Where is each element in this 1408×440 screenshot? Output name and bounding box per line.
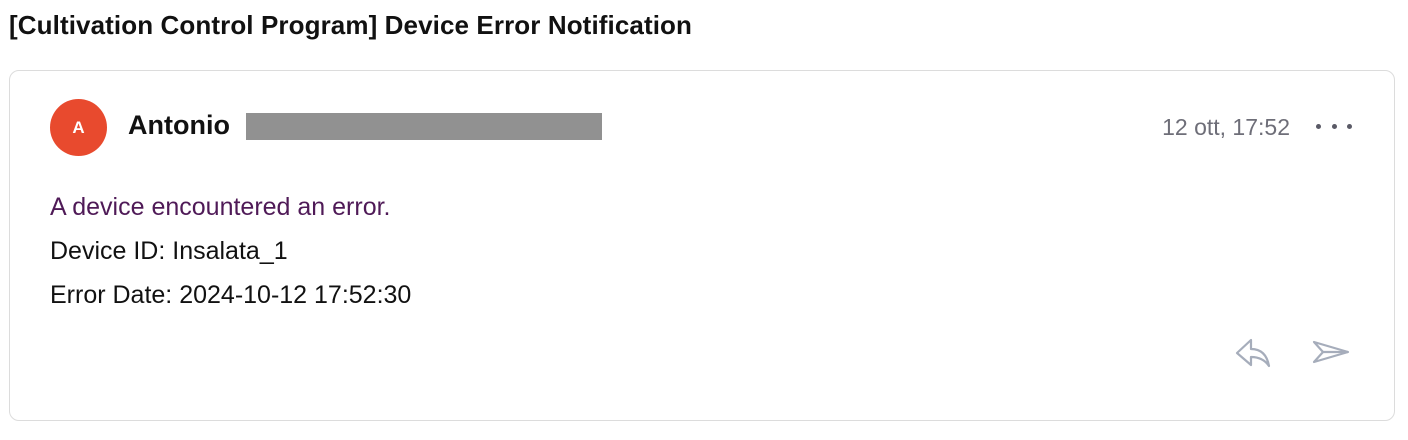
forward-icon <box>1312 340 1350 364</box>
forward-button[interactable] <box>1310 333 1352 371</box>
redacted-sender-email <box>246 113 602 140</box>
reply-icon <box>1235 338 1271 368</box>
sender-avatar[interactable]: A <box>50 99 107 156</box>
message-body: A device encountered an error. Device ID… <box>50 185 411 317</box>
more-options-icon[interactable] <box>1316 111 1352 141</box>
body-line-error-date: Error Date: 2024-10-12 17:52:30 <box>50 281 412 309</box>
message-timestamp: 12 ott, 17:52 <box>1162 114 1290 140</box>
message-card: A Antonio 12 ott, 17:52 A device encount… <box>9 70 1395 421</box>
avatar-letter: A <box>72 117 85 137</box>
reply-button[interactable] <box>1232 333 1274 371</box>
body-line-device-id: Device ID: Insalata_1 <box>50 237 288 265</box>
email-subject: [Cultivation Control Program] Device Err… <box>9 10 693 40</box>
email-view: [Cultivation Control Program] Device Err… <box>0 0 1408 440</box>
body-line-error-summary: A device encountered an error. <box>50 193 391 221</box>
sender-name[interactable]: Antonio <box>128 110 230 141</box>
